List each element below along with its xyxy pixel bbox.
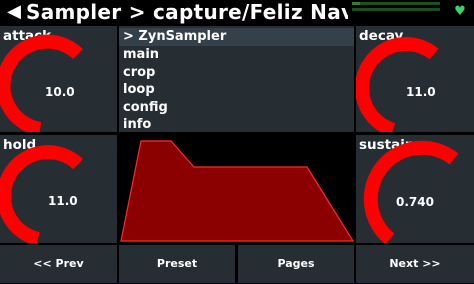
decay-value: 11.0 <box>406 85 436 99</box>
audio-level-meter-right <box>352 8 440 11</box>
list-item-zynsampler[interactable]: > ZynSampler <box>119 28 354 46</box>
hold-control[interactable]: hold 11.0 <box>0 135 117 243</box>
prev-button[interactable]: << Prev <box>0 245 117 283</box>
envelope-graph[interactable] <box>119 135 355 243</box>
hold-dial <box>0 145 83 243</box>
envelope-polygon <box>120 140 355 242</box>
top-bar: ◀ Sampler > capture/Feliz Navic ♥ <box>0 0 474 24</box>
page-title[interactable]: Sampler > capture/Feliz Navic <box>26 0 348 24</box>
list-item-config[interactable]: config <box>123 99 168 117</box>
audio-level-meter-left <box>352 2 440 5</box>
list-item-info[interactable]: info <box>123 116 151 132</box>
sustain-control[interactable]: sustain 0.740 <box>356 135 474 243</box>
decay-control[interactable]: decay 11.0 <box>356 26 474 132</box>
menu-list: > ZynSampler main crop loop config info <box>119 26 354 132</box>
next-button[interactable]: Next >> <box>356 245 474 283</box>
heart-icon: ♥ <box>454 4 466 19</box>
sustain-value: 0.740 <box>396 195 434 209</box>
list-item-crop[interactable]: crop <box>123 64 155 82</box>
decay-dial <box>356 37 439 132</box>
attack-control[interactable]: attack 10.0 <box>0 26 117 132</box>
attack-dial <box>0 34 83 132</box>
hold-value: 11.0 <box>48 194 78 208</box>
arrow-back-icon[interactable]: ◀ <box>4 2 24 22</box>
attack-value: 10.0 <box>45 85 75 99</box>
sustain-dial-arc <box>363 140 459 243</box>
list-item-loop[interactable]: loop <box>123 81 155 99</box>
sustain-dial <box>363 140 459 243</box>
preset-button[interactable]: Preset <box>119 245 235 283</box>
audio-level-indicator <box>352 2 360 5</box>
pages-button[interactable]: Pages <box>238 245 354 283</box>
list-item-main[interactable]: main <box>123 46 159 64</box>
envelope-shape <box>120 140 355 242</box>
